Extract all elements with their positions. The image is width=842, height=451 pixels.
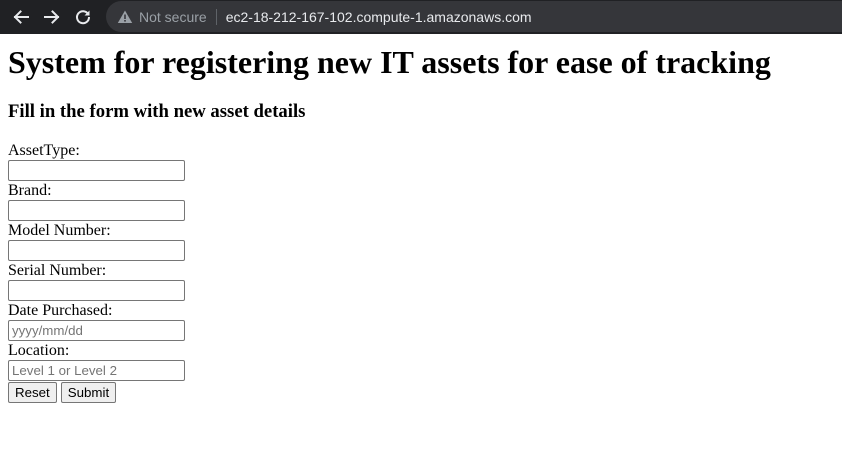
browser-toolbar: Not secure ec2-18-212-167-102.compute-1.… (0, 0, 842, 34)
form-buttons: Reset Submit (8, 382, 834, 403)
model-number-label: Model Number: (8, 222, 111, 239)
page-title: System for registering new IT assets for… (8, 44, 771, 80)
serial-number-label: Serial Number: (8, 262, 107, 279)
address-divider (215, 8, 217, 25)
date-purchased-label: Date Purchased: (8, 302, 113, 319)
warning-triangle-icon[interactable] (117, 9, 133, 25)
date-purchased-input[interactable] (8, 320, 185, 341)
brand-label: Brand: (8, 182, 52, 199)
asset-type-label: AssetType: (8, 142, 80, 159)
reset-button[interactable]: Reset (8, 382, 57, 403)
location-label: Location: (8, 342, 70, 359)
page-content: System for registering new IT assets for… (0, 44, 842, 403)
security-status-label[interactable]: Not secure (139, 9, 207, 25)
asset-type-input[interactable] (8, 160, 185, 181)
reload-icon[interactable] (71, 5, 95, 29)
url-text[interactable]: ec2-18-212-167-102.compute-1.amazonaws.c… (226, 9, 532, 25)
back-arrow-icon[interactable] (9, 5, 33, 29)
location-input[interactable] (8, 360, 185, 381)
serial-number-input[interactable] (8, 280, 185, 301)
asset-form: AssetType: Brand: Model Number: Serial N… (8, 142, 834, 403)
submit-button[interactable]: Submit (60, 382, 117, 403)
form-heading: Fill in the form with new asset details (8, 101, 306, 122)
forward-arrow-icon[interactable] (40, 5, 64, 29)
address-bar[interactable]: Not secure ec2-18-212-167-102.compute-1.… (106, 1, 842, 32)
brand-input[interactable] (8, 200, 185, 221)
model-number-input[interactable] (8, 240, 185, 261)
